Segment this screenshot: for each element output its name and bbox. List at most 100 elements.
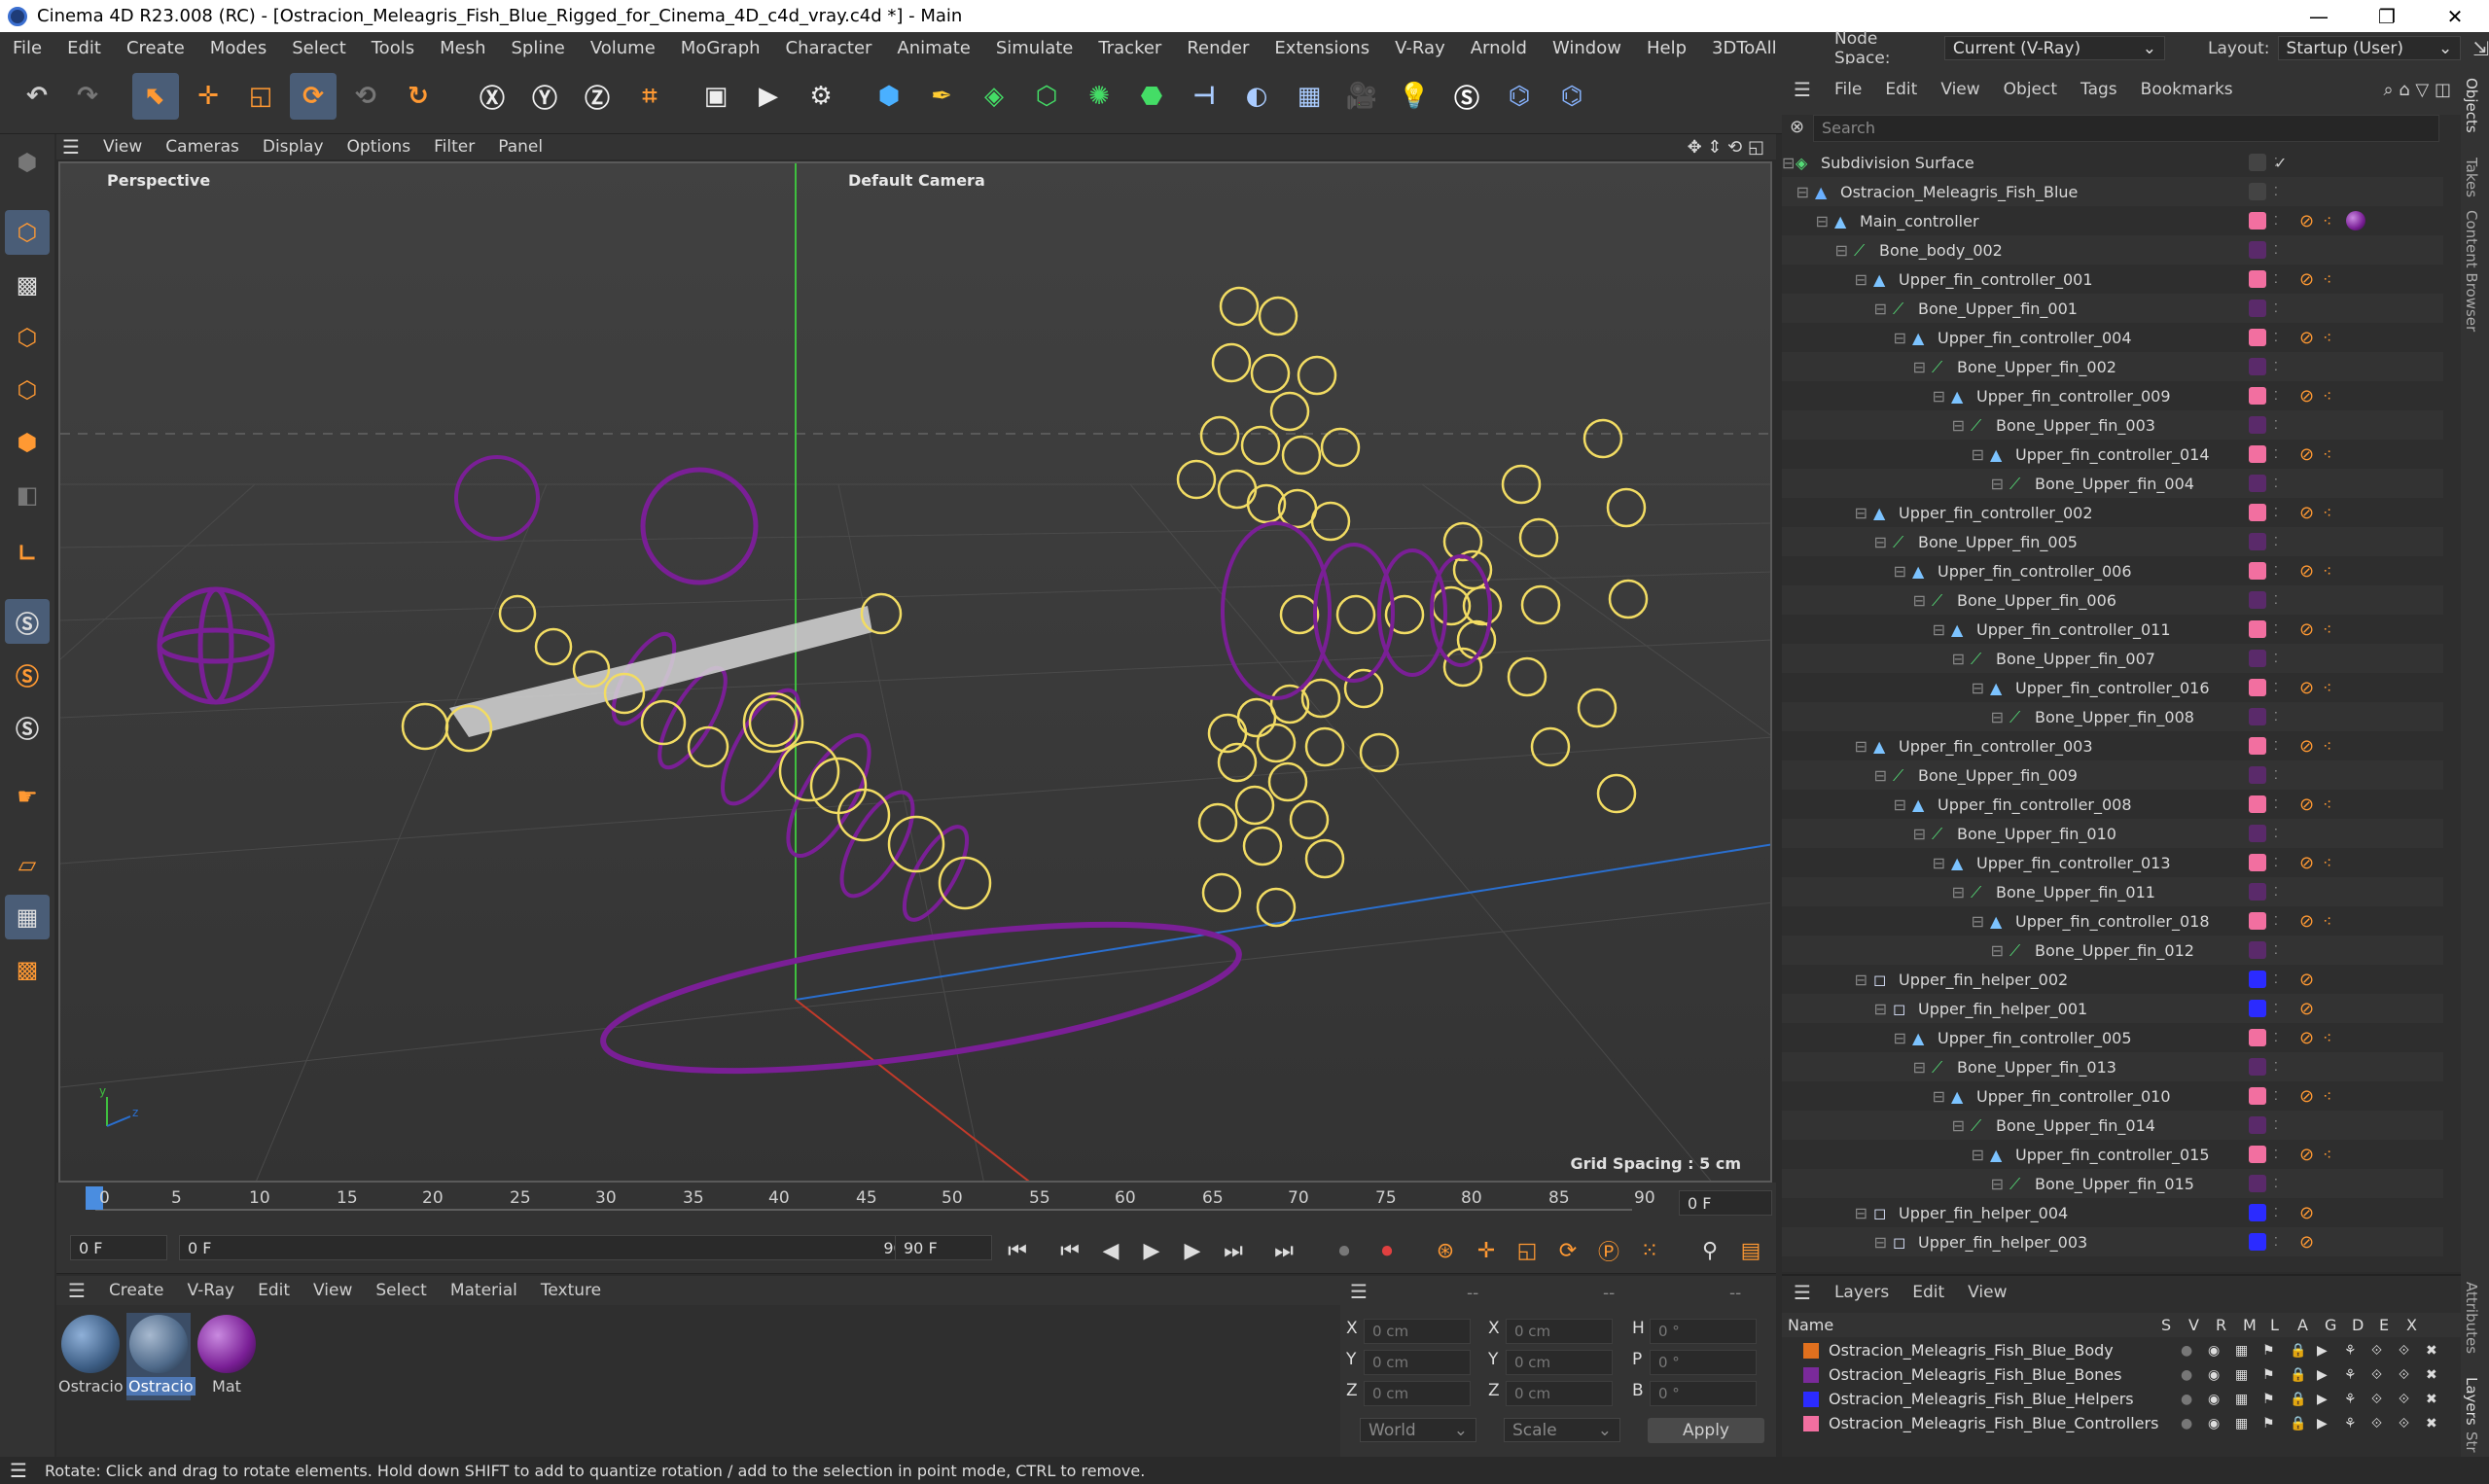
visibility-dots-icon[interactable]: ⁚ <box>2274 1235 2278 1249</box>
object-row[interactable]: ⊟ ▲ Upper_fin_controller_015 ⁚ ⊘ ⁖ <box>1782 1140 2443 1169</box>
layer-row[interactable]: Ostracion_Meleagris_Fish_Blue_Bones ● ◉ ▦ ⚑ 🔒… <box>1782 1362 2463 1387</box>
visibility-dots-icon[interactable]: ⁚ <box>2274 185 2278 198</box>
protection-tag-icon[interactable]: ⊘ <box>2299 328 2314 348</box>
menu-window[interactable]: Window <box>1540 38 1634 58</box>
visibility-dots-icon[interactable]: ⁚ <box>2274 389 2278 403</box>
collapse-icon[interactable]: ⊟ <box>1782 475 2004 493</box>
constraint-tag-icon[interactable]: ⁖ <box>2323 1087 2331 1106</box>
object-row[interactable]: ⊟ ▲ Upper_fin_controller_001 ⁚ ⊘ ⁖ <box>1782 265 2443 294</box>
search-icon[interactable]: ⌕ ⌂ ▽ ◫ <box>2371 80 2463 100</box>
menu-mesh[interactable]: Mesh <box>427 38 498 58</box>
object-row[interactable]: ⊟ ⟋ Bone_Upper_fin_015 ⁚ <box>1782 1169 2443 1198</box>
constraint-tag-icon[interactable]: ⁖ <box>2323 912 2331 931</box>
protection-tag-icon[interactable]: ⊘ <box>2299 795 2314 815</box>
position-x-field[interactable]: 0 cm <box>1364 1319 1471 1344</box>
visibility-dots-icon[interactable]: ⁚ <box>2274 1031 2278 1044</box>
constraint-tag-icon[interactable]: ⁖ <box>2323 737 2331 756</box>
object-menu-file[interactable]: File <box>1823 80 1873 99</box>
protection-tag-icon[interactable]: ⊘ <box>2299 269 2314 290</box>
protection-tag-icon[interactable]: ⊘ <box>2299 561 2314 582</box>
layer-color-swatch[interactable] <box>2249 912 2266 930</box>
layer-render-toggle-icon[interactable]: ▦ <box>2235 1416 2262 1431</box>
object-row[interactable]: ⊟ ⟋ Bone_Upper_fin_007 ⁚ <box>1782 644 2443 673</box>
protection-tag-icon[interactable]: ⊘ <box>2299 970 2314 990</box>
enabled-check-icon[interactable]: ✓ <box>2274 154 2287 172</box>
layer-color-swatch[interactable] <box>2249 1204 2266 1221</box>
model-mode-icon[interactable]: ⬡ <box>5 210 50 255</box>
layer-manager-toggle-icon[interactable]: ⚑ <box>2262 1392 2290 1407</box>
subdivision-icon[interactable]: ◈ <box>971 73 1017 120</box>
node-space-dropdown[interactable]: Current (V-Ray) ⌄ <box>1943 36 2165 60</box>
menu-volume[interactable]: Volume <box>578 38 668 58</box>
constraint-tag-icon[interactable]: ⁖ <box>2323 1029 2331 1047</box>
menu-tools[interactable]: Tools <box>359 38 427 58</box>
collapse-icon[interactable]: ⊟ <box>1782 1233 1887 1252</box>
layer-expressions-toggle-icon[interactable]: ⟐ <box>2399 1392 2426 1407</box>
menu-character[interactable]: Character <box>773 38 885 58</box>
layer-manager-toggle-icon[interactable]: ⚑ <box>2262 1367 2290 1383</box>
make-editable-icon[interactable]: ⬢ <box>5 140 50 185</box>
vray-icon[interactable]: Ⓢ <box>1443 73 1490 120</box>
object-row[interactable]: ⊟ ◻ Upper_fin_helper_001 ⁚ ⊘ <box>1782 994 2443 1023</box>
menu-help[interactable]: Help <box>1634 38 1699 58</box>
select-tool-icon[interactable]: ⬉ <box>132 73 179 120</box>
viewport-menu-cameras[interactable]: Cameras <box>154 137 251 157</box>
constraint-tag-icon[interactable]: ⁖ <box>2323 854 2331 872</box>
hamburger-icon[interactable]: ☰ <box>0 1459 37 1482</box>
layer-color-swatch[interactable] <box>1803 1391 1819 1407</box>
protection-tag-icon[interactable]: ⊘ <box>2299 1145 2314 1165</box>
collapse-icon[interactable]: ⊟ <box>1782 241 1848 260</box>
material-menu-texture[interactable]: Texture <box>529 1281 613 1300</box>
layer-animation-toggle-icon[interactable]: ▶ <box>2317 1343 2344 1359</box>
protection-tag-icon[interactable]: ⊘ <box>2299 211 2314 231</box>
visibility-dots-icon[interactable]: ⁚ <box>2274 914 2278 928</box>
menu-vray[interactable]: V-Ray <box>1382 38 1458 58</box>
apply-button[interactable]: Apply <box>1648 1418 1764 1443</box>
planar-workplane-icon[interactable]: ▩ <box>5 947 50 992</box>
python-script-icon[interactable]: ⌬ <box>1548 73 1595 120</box>
object-row[interactable]: ⊟ ⟋ Bone_Upper_fin_012 ⁚ <box>1782 936 2443 965</box>
previous-frame-icon[interactable]: ◀ <box>1095 1235 1126 1266</box>
rotation-b-field[interactable]: 0 ° <box>1650 1381 1757 1406</box>
protection-tag-icon[interactable]: ⊘ <box>2299 503 2314 523</box>
visibility-dots-icon[interactable]: ⁚ <box>2274 1148 2278 1161</box>
rotate-recent-icon[interactable]: ↻ <box>395 73 442 120</box>
mograph-cloner-icon[interactable]: ✺ <box>1076 73 1122 120</box>
visibility-dots-icon[interactable]: ⁚ <box>2274 477 2278 490</box>
menu-modes[interactable]: Modes <box>197 38 279 58</box>
extrude-icon[interactable]: ⬡ <box>1023 73 1070 120</box>
viewport-menu-panel[interactable]: Panel <box>486 137 554 157</box>
collapse-icon[interactable]: ⊟ <box>1782 562 1906 581</box>
layer-render-toggle-icon[interactable]: ▦ <box>2235 1367 2262 1383</box>
motion-system-icon[interactable]: ⚲ <box>1694 1235 1725 1266</box>
protection-tag-icon[interactable]: ⊘ <box>2299 678 2314 698</box>
collapse-icon[interactable]: ⊟ <box>1782 766 1887 785</box>
protection-tag-icon[interactable]: ⊘ <box>2299 736 2314 757</box>
scale-key-icon[interactable]: ◱ <box>1511 1235 1543 1266</box>
collapse-icon[interactable]: ⊟ <box>1782 504 1867 522</box>
object-menu-bookmarks[interactable]: Bookmarks <box>2129 80 2245 99</box>
tab-takes[interactable]: Takes <box>2463 158 2480 197</box>
collapse-icon[interactable]: ⊟ <box>1782 1058 1926 1077</box>
layer-deformers-toggle-icon[interactable]: ⟐ <box>2371 1343 2399 1359</box>
layer-menu-edit[interactable]: Edit <box>1901 1283 1956 1302</box>
material-swatch[interactable]: Ostracio <box>58 1313 124 1400</box>
size-z-field[interactable]: 0 cm <box>1506 1381 1613 1406</box>
layer-locked-toggle-icon[interactable]: 🔒 <box>2290 1343 2317 1359</box>
layer-generators-toggle-icon[interactable]: ⚘ <box>2344 1343 2371 1359</box>
layer-color-swatch[interactable] <box>2249 562 2266 580</box>
collapse-icon[interactable]: ⊟ <box>1782 971 1867 989</box>
menu-animate[interactable]: Animate <box>884 38 982 58</box>
visibility-dots-icon[interactable]: ⁚ <box>2274 301 2278 315</box>
snap-icon[interactable]: Ⓢ <box>5 599 50 644</box>
layer-visible-toggle-icon[interactable]: ◉ <box>2208 1416 2235 1431</box>
collapse-icon[interactable]: ⊟ <box>1782 854 1945 872</box>
layer-deformers-toggle-icon[interactable]: ⟐ <box>2371 1416 2399 1431</box>
layer-locked-toggle-icon[interactable]: 🔒 <box>2290 1367 2317 1383</box>
object-row[interactable]: ⊟ ▲ Upper_fin_controller_008 ⁚ ⊘ ⁖ <box>1782 790 2443 819</box>
layer-color-swatch[interactable] <box>2249 708 2266 725</box>
layer-deformers-toggle-icon[interactable]: ⟐ <box>2371 1392 2399 1407</box>
uv-mode-icon[interactable]: ◧ <box>5 473 50 517</box>
visibility-dots-icon[interactable]: ⁚ <box>2274 593 2278 607</box>
layer-color-swatch[interactable] <box>1803 1342 1819 1359</box>
